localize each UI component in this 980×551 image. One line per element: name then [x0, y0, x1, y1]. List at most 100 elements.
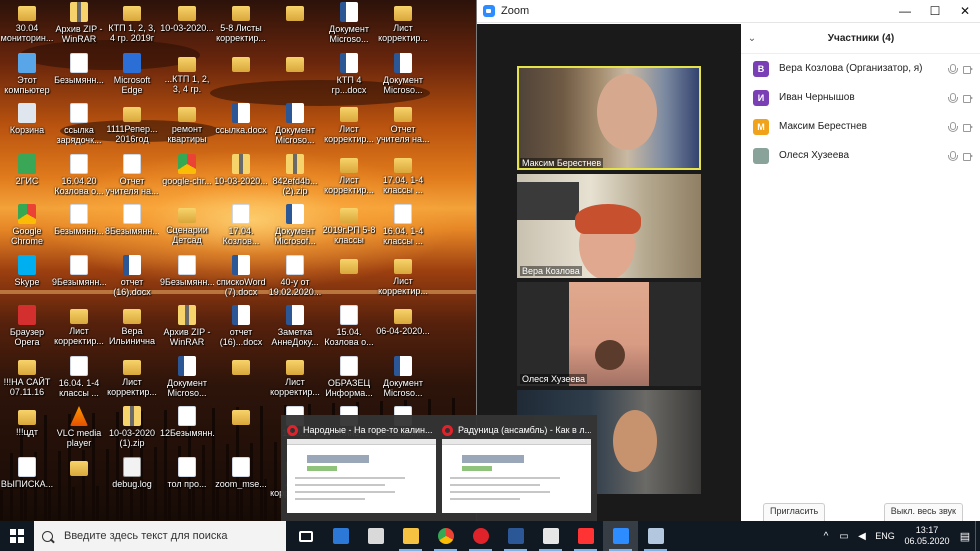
microphone-icon[interactable] [947, 63, 958, 74]
desktop-icon[interactable]: zoom_mse... [214, 455, 268, 505]
desktop-icon[interactable]: Лист корректир... [376, 0, 430, 50]
chevron-down-icon[interactable]: ⌄ [741, 33, 763, 44]
taskbar-app-button[interactable] [358, 521, 393, 551]
preview-thumbnail[interactable] [442, 439, 591, 513]
clock[interactable]: 13:17 06.05.2020 [899, 525, 955, 547]
zoom-titlebar[interactable]: Zoom — ☐ ✕ [477, 0, 980, 23]
desktop-icon[interactable] [214, 404, 268, 454]
taskbar-app-button[interactable] [323, 521, 358, 551]
desktop-icon[interactable]: Skype [0, 253, 54, 303]
desktop-icon[interactable]: тол про... [160, 455, 214, 505]
microphone-icon[interactable] [947, 92, 958, 103]
microphone-icon[interactable] [947, 121, 958, 132]
desktop-icon[interactable]: 16.04. 1-4 классы ... [376, 202, 430, 252]
desktop-icon[interactable]: 16.04.20 Козлова о... [52, 152, 106, 202]
taskbar-app-button[interactable] [428, 521, 463, 551]
desktop-icon[interactable]: Вера Ильинична [105, 303, 159, 353]
desktop-icon[interactable]: Отчет учителя на... [376, 101, 430, 151]
desktop-icon[interactable]: 9Безымянн... [52, 253, 106, 303]
video-camera-icon[interactable] [963, 93, 973, 103]
desktop-icon[interactable]: 16.04. 1-4 классы ... [52, 354, 106, 404]
video-tile-vera[interactable]: Вера Козлова [517, 174, 701, 278]
desktop-icon[interactable]: Документ Microso... [322, 0, 376, 50]
participant-row[interactable]: В Вера Козлова (Организатор, я) [741, 54, 980, 83]
desktop-icon[interactable]: Лист корректир... [376, 253, 430, 303]
taskbar-app-button[interactable] [393, 521, 428, 551]
preview-window[interactable]: Радуница (ансамбль) - Как в л... [442, 421, 591, 521]
desktop-icon[interactable]: Корзина [0, 101, 54, 151]
preview-window[interactable]: Народные - На горе-то калин... [287, 421, 436, 521]
desktop-icon[interactable]: 2019г.РП 5-8 классы [322, 202, 376, 252]
desktop-icon[interactable]: debug.log [105, 455, 159, 505]
video-tile-maksim[interactable]: Максим Берестнев [517, 66, 701, 170]
desktop-icon[interactable]: отчет (16).docx [105, 253, 159, 303]
desktop-icon[interactable]: Отчет учителя на... [105, 152, 159, 202]
desktop-icon[interactable]: Лист корректир... [105, 354, 159, 404]
desktop-icon[interactable]: ссылка.docx [214, 101, 268, 151]
desktop-icon[interactable]: Браузер Opera [0, 303, 54, 353]
desktop-icon[interactable]: ОБРАЗЕЦ Информа... [322, 354, 376, 404]
taskbar-app-button[interactable] [533, 521, 568, 551]
taskbar-search[interactable]: Введите здесь текст для поиска [34, 521, 286, 551]
desktop-icon[interactable]: VLC media player [52, 404, 106, 454]
desktop-icon[interactable]: ссылка зарядочк... [52, 101, 106, 151]
desktop-icon[interactable]: 10-03-2020 (1).zip [105, 404, 159, 454]
taskbar-app-button[interactable] [498, 521, 533, 551]
desktop-icon[interactable]: Архив ZIP - WinRAR [160, 303, 214, 353]
desktop-icon[interactable]: Лист корректир... [322, 101, 376, 151]
desktop-icon[interactable] [52, 455, 106, 505]
taskbar-app-button[interactable] [568, 521, 603, 551]
maximize-button[interactable]: ☐ [920, 0, 950, 23]
video-camera-icon[interactable] [963, 151, 973, 161]
chevron-up-icon[interactable]: ^ [817, 531, 835, 542]
volume-icon[interactable]: ◀ [853, 531, 871, 542]
taskbar-app-button[interactable] [638, 521, 673, 551]
invite-button[interactable]: Пригласить [763, 503, 826, 521]
desktop-icon[interactable]: Лист корректир... [52, 303, 106, 353]
desktop-icon[interactable] [214, 51, 268, 101]
desktop-icon[interactable]: 1111Репер... 2016год [105, 101, 159, 151]
desktop-icon[interactable]: Документ Microsof... [268, 202, 322, 252]
desktop-icon[interactable]: 5-8 Листы корректир... [214, 0, 268, 50]
desktop-icon[interactable] [214, 354, 268, 404]
show-desktop-button[interactable] [975, 521, 980, 551]
desktop-icon[interactable]: Заметка АннеДоку... [268, 303, 322, 353]
desktop-icon[interactable]: КТП 4 гр...docx [322, 51, 376, 101]
desktop-icon[interactable]: 17.04. 1-4 классы ... [376, 152, 430, 202]
participant-row[interactable]: Олеся Хузеева [741, 141, 980, 170]
desktop-icon[interactable]: ремонт квартиры [160, 101, 214, 151]
desktop-icon[interactable]: 10-03-2020... [160, 0, 214, 50]
video-tile-olesya[interactable]: Олеся Хузеева [517, 282, 701, 386]
desktop-icon[interactable]: 9Безымянн... [160, 253, 214, 303]
desktop-icon[interactable] [268, 51, 322, 101]
desktop-icon[interactable]: Сценарии Детсад [160, 202, 214, 252]
desktop-icon[interactable]: Безымянн... [52, 202, 106, 252]
desktop-icon[interactable]: Этот компьютер [0, 51, 54, 101]
language-indicator[interactable]: ENG [871, 531, 899, 541]
desktop-icon[interactable]: !!!НА САЙТ 07.11.16 [0, 354, 54, 404]
desktop-icon[interactable]: Безымянн... [52, 51, 106, 101]
desktop-icon[interactable]: Документ Microso... [160, 354, 214, 404]
video-camera-icon[interactable] [963, 64, 973, 74]
desktop-icon[interactable]: 06-04-2020... [376, 303, 430, 353]
desktop-icon[interactable]: google-chr... [160, 152, 214, 202]
desktop-icon[interactable]: 10-03-2020... [214, 152, 268, 202]
desktop-icon[interactable]: спискоWord (7).docx [214, 253, 268, 303]
desktop-icon[interactable]: 12Безымянн... [160, 404, 214, 454]
desktop-icon[interactable]: Google Chrome [0, 202, 54, 252]
taskbar-app-button[interactable] [603, 521, 638, 551]
participant-row[interactable]: И Иван Чернышов [741, 83, 980, 112]
desktop-icon[interactable]: КТП 1, 2, 3, 4 гр. 2019г [105, 0, 159, 50]
desktop-icon[interactable]: 2ГИС [0, 152, 54, 202]
network-icon[interactable]: ▭ [835, 531, 853, 542]
desktop-icon[interactable]: ...КТП 1, 2, 3, 4 гр. 2019г [160, 51, 214, 101]
desktop-icon[interactable]: отчет (16)...docx [214, 303, 268, 353]
desktop-icon[interactable]: 8Безымянн... [105, 202, 159, 252]
desktop-icon[interactable]: 30.04 мониторин... [0, 0, 54, 50]
desktop-icon[interactable]: Документ Microso... [376, 51, 430, 101]
close-button[interactable]: ✕ [950, 0, 980, 23]
desktop-icon[interactable]: Microsoft Edge [105, 51, 159, 101]
minimize-button[interactable]: — [890, 0, 920, 23]
desktop-icon[interactable]: Архив ZIP - WinRAR [52, 0, 106, 50]
desktop-icon[interactable] [322, 253, 376, 303]
